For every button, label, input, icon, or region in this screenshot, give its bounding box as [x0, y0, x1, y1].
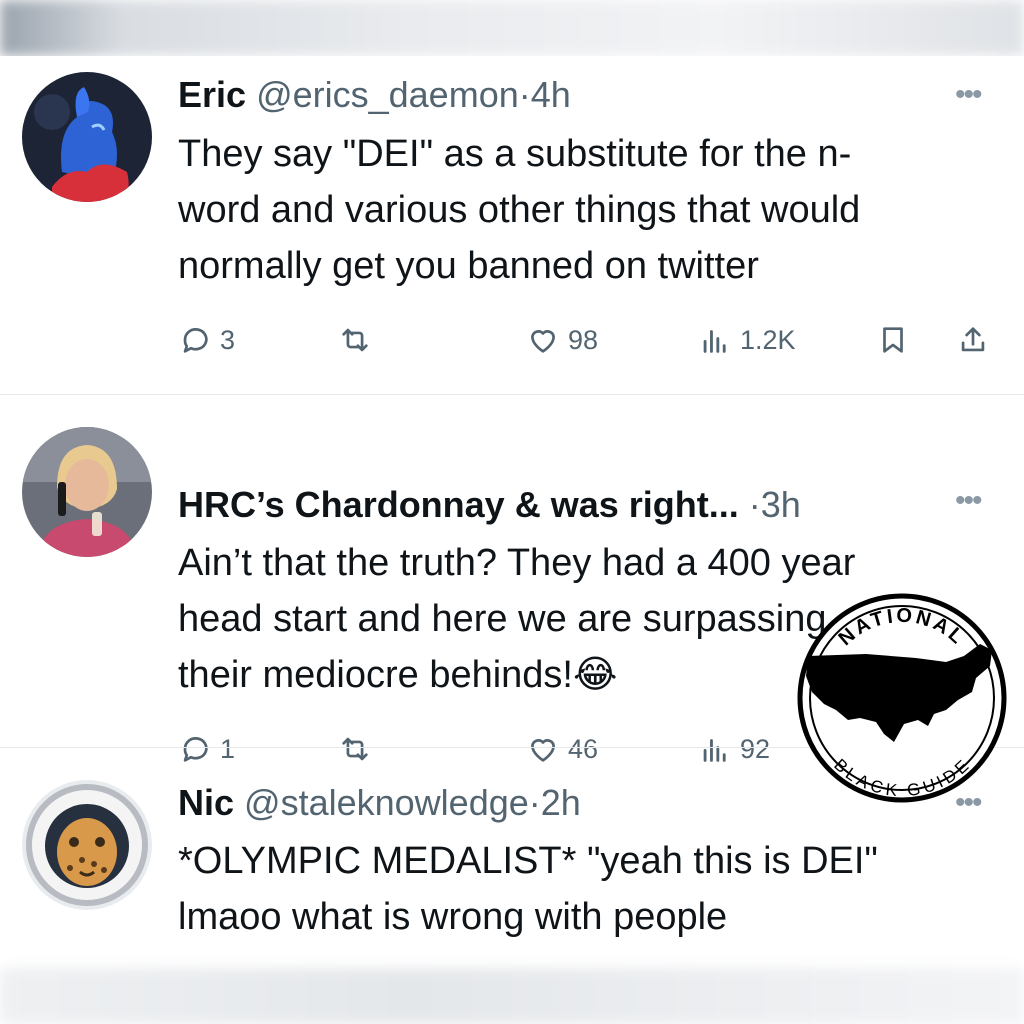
- dot-separator: ·: [748, 484, 761, 525]
- views-count: 92: [740, 733, 771, 764]
- share-icon: [961, 327, 985, 352]
- tweet-3-header: Nic @staleknowledge·2h: [178, 781, 581, 825]
- reply-icon: [183, 737, 208, 762]
- views-icon: [703, 739, 726, 762]
- like-button[interactable]: 46: [526, 727, 598, 771]
- national-black-guide-watermark: NATIONAL BLACK GUIDE: [797, 593, 1007, 803]
- text-line: normally get you banned on twitter: [178, 245, 759, 287]
- share-button[interactable]: [956, 318, 990, 362]
- blurred-top-edge: [0, 0, 1024, 56]
- author-handle[interactable]: @erics_daemon: [256, 74, 519, 115]
- like-button[interactable]: 98: [526, 318, 598, 362]
- tweet-1-actions: 3 98 1.2K: [178, 318, 998, 362]
- reply-count: 1: [220, 733, 236, 764]
- like-count: 98: [568, 324, 599, 355]
- like-count: 46: [568, 733, 599, 764]
- tweet-feed: Eric @erics_daemon·4h ••• They say "DEI"…: [0, 56, 1024, 968]
- reply-icon: [183, 328, 208, 353]
- bookmark-icon: [883, 327, 903, 353]
- timestamp[interactable]: 2h: [541, 782, 581, 823]
- repost-button[interactable]: [338, 318, 380, 362]
- dot-separator: ·: [518, 74, 531, 115]
- repost-icon: [342, 737, 368, 761]
- tweet-2-header: HRC’s Chardonnay & was right... ·3h: [178, 483, 801, 527]
- repost-button[interactable]: [338, 727, 380, 771]
- blurred-bottom-edge: [0, 968, 1024, 1024]
- avatar-hrc[interactable]: [22, 427, 152, 557]
- text-line: *OLYMPIC MEDALIST* "yeah this is DEI": [178, 840, 878, 882]
- reply-button[interactable]: 1: [178, 727, 235, 771]
- tweet-1-text: They say "DEI" as a substitute for the n…: [178, 126, 998, 294]
- views-button[interactable]: 92: [698, 727, 770, 771]
- bookmark-button[interactable]: [876, 318, 910, 362]
- dot-separator: ·: [528, 782, 541, 823]
- author-name[interactable]: Eric: [178, 74, 246, 115]
- timestamp[interactable]: 3h: [761, 484, 801, 525]
- heart-icon: [531, 739, 555, 762]
- reply-button[interactable]: 3: [178, 318, 235, 362]
- text-line: They say "DEI" as a substitute for the n…: [178, 133, 852, 175]
- tweet-1-header: Eric @erics_daemon·4h: [178, 73, 571, 117]
- author-name[interactable]: Nic: [178, 782, 234, 823]
- author-name[interactable]: HRC’s Chardonnay & was right...: [178, 484, 739, 525]
- tweet-3-text: *OLYMPIC MEDALIST* "yeah this is DEI" lm…: [178, 833, 998, 945]
- views-icon: [703, 330, 726, 353]
- repost-icon: [342, 328, 368, 352]
- heart-icon: [531, 330, 555, 353]
- more-options-icon[interactable]: •••: [955, 78, 982, 112]
- text-line: lmaoo what is wrong with people: [178, 896, 728, 938]
- views-button[interactable]: 1.2K: [698, 318, 796, 362]
- reply-count: 3: [220, 324, 236, 355]
- avatar-eric[interactable]: [22, 72, 152, 202]
- divider: [0, 394, 1024, 395]
- views-count: 1.2K: [740, 324, 796, 355]
- more-options-icon[interactable]: •••: [955, 484, 982, 518]
- text-line: Ain’t that the truth? They had a 400 yea…: [178, 542, 856, 584]
- timestamp[interactable]: 4h: [531, 74, 571, 115]
- author-handle[interactable]: @staleknowledge: [244, 782, 529, 823]
- avatar-nic[interactable]: [22, 780, 152, 910]
- text-line: word and various other things that would: [178, 189, 861, 231]
